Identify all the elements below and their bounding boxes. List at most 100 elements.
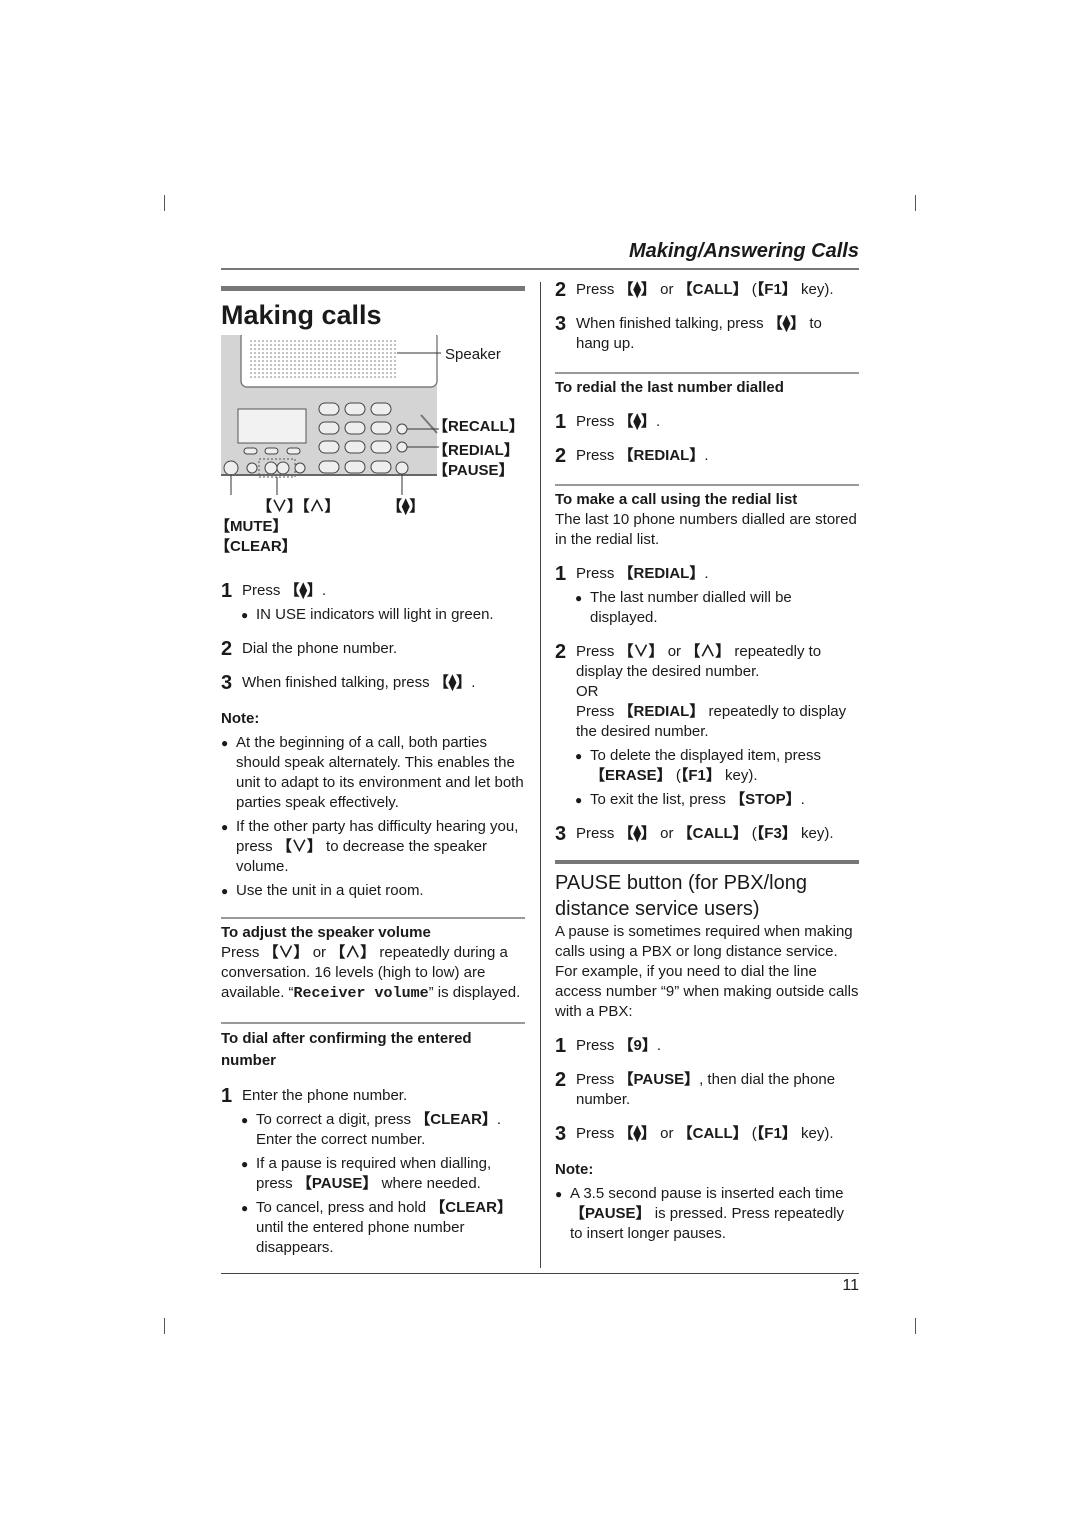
- step-3: 3 Press 【⧫】 or 【CALL】 (【F1】 key).: [555, 1124, 859, 1144]
- step-text: .: [321, 582, 327, 599]
- text: or: [655, 281, 678, 298]
- bullet-item: ● If a pause is required when dialling, p…: [221, 1154, 525, 1194]
- text: Press: [576, 565, 619, 582]
- clear-key: 【CLEAR】: [415, 1111, 497, 1128]
- speaker-label: Speaker: [445, 346, 501, 363]
- clear-label: 【CLEAR】: [215, 538, 297, 555]
- step-number: 1: [555, 411, 567, 433]
- bullet-item: ● To cancel, press and hold 【CLEAR】 until…: [221, 1198, 525, 1258]
- step-3: 3 When finished talking, press 【⧫】 to ha…: [555, 314, 859, 354]
- note-item: ● A 3.5 second pause is inserted each tim…: [555, 1184, 859, 1244]
- section-rule: [555, 372, 859, 374]
- digit-9-key: 【9】: [618, 1037, 657, 1054]
- step-3: 3 Press 【⧫】 or 【CALL】 (【F3】 key).: [555, 824, 859, 844]
- pause-key: 【PAUSE】: [296, 1175, 378, 1192]
- text: Press: [221, 944, 264, 961]
- call-key: 【CALL】: [677, 825, 748, 842]
- header-rule: [221, 268, 859, 270]
- pause-section-heading: PAUSE button (for PBX/long distance serv…: [555, 872, 807, 920]
- text: where needed.: [377, 1175, 481, 1192]
- text: or: [308, 944, 331, 961]
- right-column: 2 Press 【⧫】 or 【CALL】 ( 【F1】 key). 3 When…: [555, 280, 859, 1244]
- speakerphone-icon: 【⧫】: [618, 825, 656, 842]
- adjust-volume-heading: To adjust the speaker volume: [221, 924, 431, 941]
- text: OR: [576, 683, 599, 700]
- text: Press: [576, 1125, 619, 1142]
- bullet-icon: ●: [221, 884, 229, 898]
- bullet-item: ● To correct a digit, press 【CLEAR】. Ente…: [221, 1110, 525, 1150]
- pause-label: 【PAUSE】: [433, 462, 514, 479]
- text: To exit the list, press: [590, 791, 731, 808]
- speakerphone-icon: 【⧫】: [618, 413, 656, 430]
- text: key).: [796, 1125, 834, 1142]
- step-number: 1: [555, 563, 567, 585]
- text: key).: [796, 825, 834, 842]
- step-text: Press: [242, 582, 285, 599]
- step-1: 1 Enter the phone number.: [221, 1086, 525, 1106]
- bullet-icon: ●: [555, 1187, 563, 1201]
- section-rule: [221, 917, 525, 919]
- bullet-item: ● IN USE indicators will light in green.: [221, 605, 525, 625]
- pause-intro-example: For example, if you need to dial the lin…: [555, 963, 859, 1020]
- crop-mark: [915, 195, 916, 211]
- redial-key: 【REDIAL】: [618, 565, 705, 582]
- pause-intro: A pause is sometimes required when makin…: [555, 923, 853, 960]
- text: Press: [576, 447, 619, 464]
- step-2: 2 Press 【REDIAL】.: [555, 446, 859, 466]
- text: Press: [576, 281, 619, 298]
- step-number: 2: [555, 641, 567, 663]
- redial-label: 【REDIAL】: [433, 442, 519, 459]
- step-text: When finished talking, press: [242, 674, 434, 691]
- step-number: 2: [555, 279, 567, 301]
- text: key).: [796, 281, 834, 298]
- step-number: 3: [555, 313, 567, 335]
- volume-down-key: 【∨】: [276, 838, 322, 855]
- text: Press: [576, 1037, 619, 1054]
- step-1: 1 Press 【9】.: [555, 1036, 859, 1056]
- erase-key: 【ERASE】: [590, 767, 672, 784]
- bullet-icon: ●: [221, 820, 229, 834]
- text: A 3.5 second pause is inserted each time: [570, 1185, 844, 1202]
- speakerphone-icon: 【⧫】: [618, 281, 656, 298]
- bullet-icon: ●: [221, 736, 229, 750]
- note-heading: Note:: [555, 1161, 594, 1178]
- text: (: [747, 825, 757, 842]
- text: ” is displayed.: [428, 984, 521, 1001]
- crop-mark: [164, 1318, 165, 1334]
- recall-label: 【RECALL】: [433, 418, 524, 435]
- volume-down-key: 【∨】: [263, 944, 309, 961]
- step-1: 1 Press 【⧫】.: [555, 412, 859, 432]
- lcd-display: [237, 408, 307, 444]
- speakerphone-icon: 【⧫】: [284, 582, 322, 599]
- step-number: 1: [221, 580, 233, 602]
- left-column: Making calls Speaker 【RECALL】 【REDIAL】 【…: [215, 280, 525, 1258]
- step-text: Enter the phone number.: [242, 1087, 408, 1104]
- column-divider: [540, 282, 541, 1268]
- text: Press: [576, 1071, 619, 1088]
- clear-key: 【CLEAR】: [430, 1199, 512, 1216]
- step-1: 1 Press 【⧫】.: [221, 581, 525, 601]
- text: (: [671, 767, 681, 784]
- text: .: [704, 565, 709, 582]
- redial-list-intro: The last 10 phone numbers dialled are st…: [555, 511, 857, 548]
- footer-rule: [221, 1273, 859, 1274]
- volume-keys-label: 【∨】【∧】: [257, 498, 340, 515]
- note-item: ● At the beginning of a call, both partie…: [221, 733, 525, 813]
- step-2: 2 Dial the phone number.: [221, 639, 525, 659]
- section-rule: [221, 1022, 525, 1024]
- step-number: 2: [555, 445, 567, 467]
- f1-key: 【F1】: [756, 281, 797, 298]
- phone-diagram: Speaker 【RECALL】 【REDIAL】 【PAUSE】 【∨】【∧】…: [215, 335, 525, 567]
- text: To delete the displayed item, press: [590, 747, 821, 764]
- crop-mark: [915, 1318, 916, 1334]
- note-item: ● If the other party has difficulty heari…: [221, 817, 525, 877]
- text: Press: [576, 413, 619, 430]
- page-title: Making calls: [221, 300, 382, 330]
- page-number: 11: [842, 1277, 859, 1294]
- text: or: [663, 643, 686, 660]
- text: Press: [576, 703, 619, 720]
- text: When finished talking, press: [576, 315, 768, 332]
- step-2: 2 Press 【PAUSE】, then dial the phone num…: [555, 1070, 859, 1110]
- step-number: 3: [221, 672, 233, 694]
- text: Press: [576, 643, 619, 660]
